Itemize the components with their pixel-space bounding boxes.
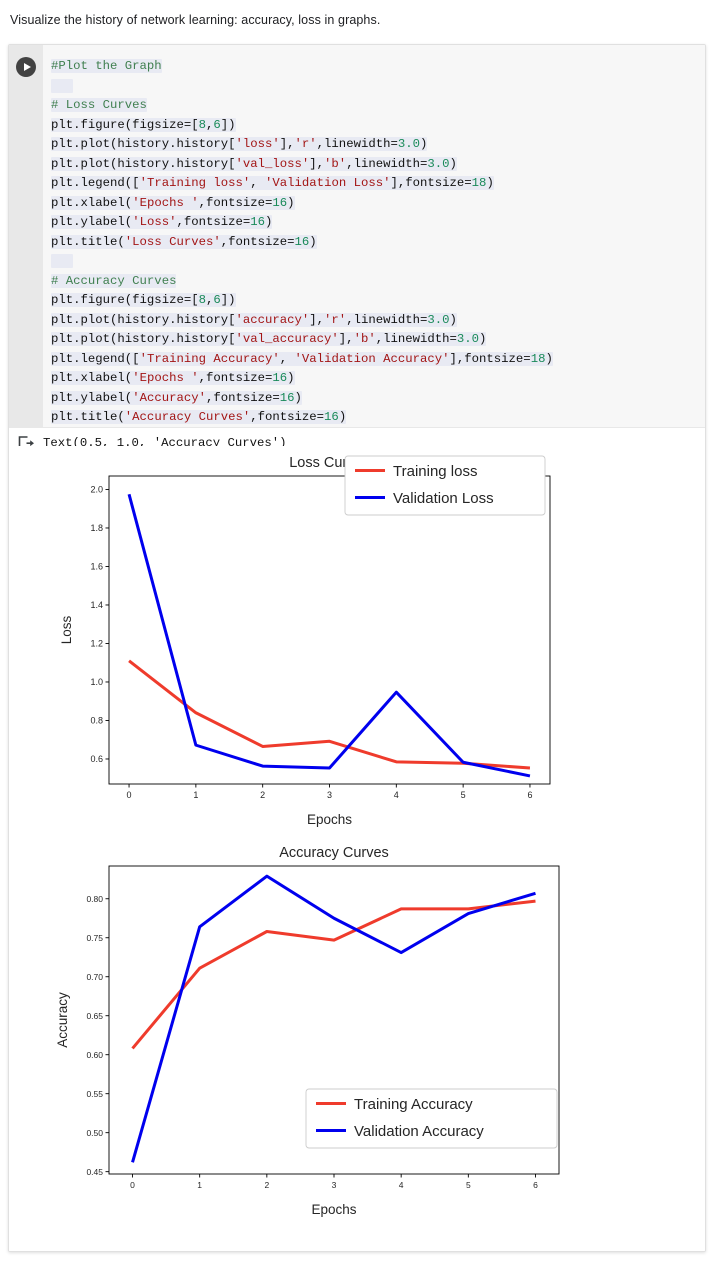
x-tick-label: 6	[533, 1180, 538, 1190]
legend-label: Training Accuracy	[354, 1096, 473, 1113]
code-line: plt.figure(figsize=[8,6])	[51, 293, 236, 307]
y-tick-label: 0.55	[86, 1089, 103, 1099]
accuracy-curves-figure: Accuracy Curves 0 1 2 3 4 5 6 0.45 0.50 0.55 0.60 0.…	[9, 836, 705, 1236]
code-line: #Plot the Graph	[51, 59, 162, 73]
y-tick-label: 0.6	[90, 754, 103, 764]
x-tick-label: 2	[260, 790, 265, 800]
play-icon[interactable]	[16, 57, 36, 77]
chart-legend: Training loss Validation Loss	[344, 455, 546, 516]
x-tick-label: 0	[130, 1180, 135, 1190]
legend-label: Validation Accuracy	[354, 1123, 484, 1140]
y-tick-label: 0.45	[86, 1167, 103, 1177]
x-tick-label: 5	[466, 1180, 471, 1190]
x-tick-label: 6	[527, 790, 532, 800]
code-line: # Accuracy Curves	[51, 273, 177, 288]
legend-label: Training loss	[393, 463, 477, 480]
chart-svg: Loss Curves0 1 2 3 4 5 60.60.81.01.21.41.61.82…	[9, 446, 705, 846]
output-cell: Text(0.5, 1.0, 'Accuracy Curves') Loss C…	[9, 428, 705, 1251]
x-tick-label: 1	[197, 1180, 202, 1190]
code-line: plt.plot(history.history['val_accuracy']…	[51, 332, 487, 346]
x-tick-label: 3	[327, 790, 332, 800]
code-cell-gutter	[9, 45, 43, 427]
legend-label: Validation Loss	[393, 490, 494, 507]
code-line: plt.legend(['Training loss', 'Validation…	[51, 176, 494, 190]
y-tick-label: 0.70	[86, 972, 103, 982]
x-tick-label: 1	[193, 790, 198, 800]
code-line	[51, 77, 705, 97]
code-line: plt.title('Accuracy Curves',fontsize=16)	[51, 410, 347, 424]
y-axis-label: Accuracy	[55, 992, 70, 1048]
y-tick-label: 0.60	[86, 1050, 103, 1060]
y-tick-label: 1.8	[90, 523, 103, 533]
y-tick-label: 0.50	[86, 1128, 103, 1138]
notebook-cell: #Plot the Graph # Loss Curves plt.figure(…	[8, 44, 706, 1252]
x-tick-label: 4	[394, 790, 399, 800]
code-line: # Loss Curves	[51, 98, 147, 112]
code-line: plt.ylabel('Accuracy',fontsize=16)	[51, 390, 302, 405]
code-cell: #Plot the Graph # Loss Curves plt.figure(…	[9, 45, 705, 428]
y-tick-label: 0.75	[86, 933, 103, 943]
page-description: Visualize the history of network learnin…	[10, 13, 381, 27]
code-line: plt.title('Loss Curves',fontsize=16)	[51, 234, 317, 249]
x-axis-label: Epochs	[311, 1202, 356, 1217]
code-line: plt.ylabel('Loss',fontsize=16)	[51, 215, 273, 229]
x-tick-label: 3	[332, 1180, 337, 1190]
x-tick-label: 2	[264, 1180, 269, 1190]
chart-title: Accuracy Curves	[279, 845, 389, 861]
play-triangle	[23, 63, 31, 71]
y-tick-label: 0.80	[86, 894, 103, 904]
y-tick-label: 0.65	[86, 1011, 103, 1021]
y-tick-label: 1.4	[90, 600, 103, 610]
code-line: plt.legend(['Training Accuracy', 'Valida…	[51, 351, 553, 366]
code-line: plt.plot(history.history['loss'],'r',lin…	[51, 137, 428, 151]
y-tick-label: 1.0	[90, 677, 103, 687]
x-tick-label: 0	[127, 790, 132, 800]
x-tick-label: 4	[399, 1180, 404, 1190]
code-line: plt.figure(figsize=[8,6])	[51, 117, 236, 132]
chart-svg: Accuracy Curves 0 1 2 3 4 5 6 0.45 0.50 0.55 0.60 0.…	[9, 836, 705, 1236]
loss-curves-figure: Loss Curves 0 1 2 3 4 5 6 0.6 0.8 1.0 1.2 1.4 1.6 1.8 2…	[9, 446, 705, 846]
code-line	[51, 252, 705, 272]
code-editor[interactable]: #Plot the Graph # Loss Curves plt.figure(…	[43, 45, 705, 427]
y-tick-label: 2.0	[90, 485, 103, 495]
code-line: plt.xlabel('Epochs ',fontsize=16)	[51, 371, 295, 385]
code-line: plt.plot(history.history['accuracy'],'r'…	[51, 312, 457, 327]
code-line: plt.xlabel('Epochs ',fontsize=16)	[51, 195, 295, 210]
y-axis-label: Loss	[59, 615, 74, 644]
chart-legend: Training Accuracy Validation Accuracy	[305, 1088, 558, 1149]
x-axis-label: Epochs	[307, 812, 352, 827]
y-tick-label: 1.6	[90, 562, 103, 572]
y-tick-label: 0.8	[90, 716, 103, 726]
code-line: plt.plot(history.history['val_loss'],'b'…	[51, 156, 457, 171]
x-tick-label: 5	[461, 790, 466, 800]
y-tick-label: 1.2	[90, 639, 103, 649]
